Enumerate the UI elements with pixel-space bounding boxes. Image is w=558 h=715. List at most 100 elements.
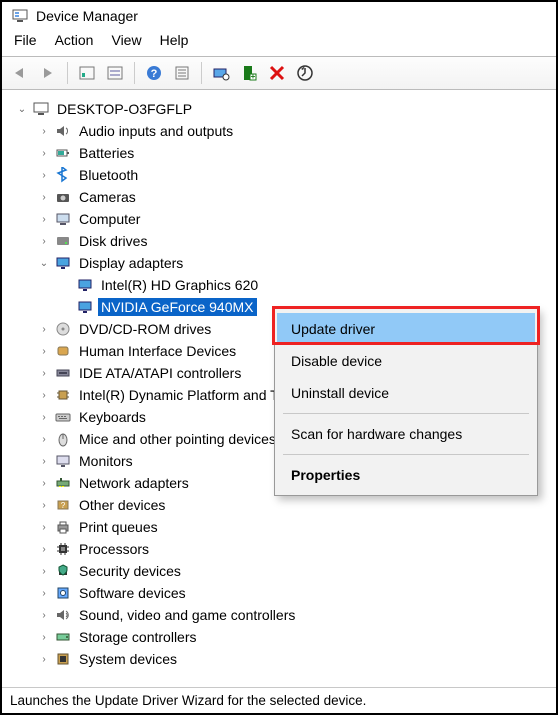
context-properties[interactable]: Properties bbox=[277, 459, 535, 491]
bluetooth-icon bbox=[54, 166, 72, 184]
chevron-right-icon[interactable]: › bbox=[38, 477, 50, 489]
tree-category-label: Human Interface Devices bbox=[76, 342, 239, 360]
tree-category-label: Audio inputs and outputs bbox=[76, 122, 236, 140]
window-title: Device Manager bbox=[36, 8, 138, 24]
menu-action[interactable]: Action bbox=[55, 32, 94, 48]
chevron-down-icon[interactable]: ⌄ bbox=[38, 257, 50, 269]
chevron-right-icon[interactable]: › bbox=[38, 653, 50, 665]
svg-text:+: + bbox=[251, 72, 256, 81]
spacer bbox=[60, 279, 72, 291]
properties-button[interactable] bbox=[170, 61, 194, 85]
add-hardware-button[interactable]: + bbox=[237, 61, 261, 85]
chevron-right-icon[interactable]: › bbox=[38, 389, 50, 401]
tree-category-label: Network adapters bbox=[76, 474, 192, 492]
chevron-right-icon[interactable]: › bbox=[38, 147, 50, 159]
tree-category[interactable]: ›Cameras bbox=[38, 186, 556, 208]
network-icon bbox=[54, 474, 72, 492]
camera-icon bbox=[54, 188, 72, 206]
chevron-right-icon[interactable]: › bbox=[38, 587, 50, 599]
chevron-right-icon[interactable]: › bbox=[38, 191, 50, 203]
tree-category-label: Sound, video and game controllers bbox=[76, 606, 298, 624]
tree-category[interactable]: ›Computer bbox=[38, 208, 556, 230]
tree-category[interactable]: ›?Other devices bbox=[38, 494, 556, 516]
context-update-driver[interactable]: Update driver bbox=[277, 313, 535, 345]
spacer bbox=[60, 301, 72, 313]
computer-icon bbox=[32, 100, 50, 118]
software-icon bbox=[54, 584, 72, 602]
chevron-right-icon[interactable]: › bbox=[38, 345, 50, 357]
menu-view[interactable]: View bbox=[111, 32, 141, 48]
chevron-right-icon[interactable]: › bbox=[38, 213, 50, 225]
context-menu-divider bbox=[283, 413, 529, 414]
menu-help[interactable]: Help bbox=[160, 32, 189, 48]
tree-category[interactable]: ›System devices bbox=[38, 648, 556, 670]
tree-category-label: Print queues bbox=[76, 518, 161, 536]
chevron-right-icon[interactable]: › bbox=[38, 609, 50, 621]
keyboard-icon bbox=[54, 408, 72, 426]
chevron-right-icon[interactable]: › bbox=[38, 367, 50, 379]
context-scan-hardware[interactable]: Scan for hardware changes bbox=[277, 418, 535, 450]
status-text: Launches the Update Driver Wizard for th… bbox=[10, 693, 366, 708]
toolbar-separator bbox=[201, 62, 202, 84]
help-button[interactable]: ? bbox=[142, 61, 166, 85]
tree-category[interactable]: ›Processors bbox=[38, 538, 556, 560]
tree-category-label: Storage controllers bbox=[76, 628, 200, 646]
ide-icon bbox=[54, 364, 72, 382]
update-driver-button[interactable] bbox=[293, 61, 317, 85]
chevron-right-icon[interactable]: › bbox=[38, 125, 50, 137]
tree-category-label: IDE ATA/ATAPI controllers bbox=[76, 364, 244, 382]
tree-category[interactable]: › Audio inputs and outputs bbox=[38, 120, 556, 142]
scan-hardware-button[interactable] bbox=[209, 61, 233, 85]
show-hidden-button[interactable] bbox=[75, 61, 99, 85]
tree-category[interactable]: › Print queues bbox=[38, 516, 556, 538]
battery-icon bbox=[54, 144, 72, 162]
tree-category-label: Mice and other pointing devices bbox=[76, 430, 279, 448]
toolbar: ? + bbox=[2, 56, 556, 90]
chevron-right-icon[interactable]: › bbox=[38, 543, 50, 555]
svg-text:?: ? bbox=[151, 68, 158, 80]
tree-category-label: Display adapters bbox=[76, 254, 186, 272]
chevron-right-icon[interactable]: › bbox=[38, 235, 50, 247]
chevron-right-icon[interactable]: › bbox=[38, 433, 50, 445]
tree-category[interactable]: ⌄ Display adapters bbox=[38, 252, 556, 274]
chevron-right-icon[interactable]: › bbox=[38, 631, 50, 643]
tree-category[interactable]: › Storage controllers bbox=[38, 626, 556, 648]
chevron-right-icon[interactable]: › bbox=[38, 521, 50, 533]
tree-category[interactable]: ›Bluetooth bbox=[38, 164, 556, 186]
remove-button[interactable] bbox=[265, 61, 289, 85]
svg-text:?: ? bbox=[61, 501, 66, 510]
tree-category-label: Batteries bbox=[76, 144, 137, 162]
view-button[interactable] bbox=[103, 61, 127, 85]
chevron-right-icon[interactable]: › bbox=[38, 323, 50, 335]
back-button[interactable] bbox=[8, 61, 32, 85]
chevron-right-icon[interactable]: › bbox=[38, 565, 50, 577]
chevron-right-icon[interactable]: › bbox=[38, 169, 50, 181]
tree-category-label: Keyboards bbox=[76, 408, 149, 426]
tree-category[interactable]: › Disk drives bbox=[38, 230, 556, 252]
forward-button[interactable] bbox=[36, 61, 60, 85]
computer-icon bbox=[54, 210, 72, 228]
speaker-icon bbox=[54, 122, 72, 140]
chevron-right-icon[interactable]: › bbox=[38, 455, 50, 467]
tree-category[interactable]: › Batteries bbox=[38, 142, 556, 164]
display-icon bbox=[76, 298, 94, 316]
tree-root-label: DESKTOP-O3FGFLP bbox=[54, 100, 195, 118]
chevron-right-icon[interactable]: › bbox=[38, 499, 50, 511]
tree-category-label: Disk drives bbox=[76, 232, 150, 250]
context-uninstall-device[interactable]: Uninstall device bbox=[277, 377, 535, 409]
chevron-right-icon[interactable]: › bbox=[38, 411, 50, 423]
display-icon bbox=[76, 276, 94, 294]
sound-icon bbox=[54, 606, 72, 624]
tree-category[interactable]: ›Security devices bbox=[38, 560, 556, 582]
context-menu-divider bbox=[283, 454, 529, 455]
context-disable-device[interactable]: Disable device bbox=[277, 345, 535, 377]
chip-icon bbox=[54, 386, 72, 404]
tree-root[interactable]: ⌄ DESKTOP-O3FGFLP bbox=[16, 98, 556, 120]
device-tree[interactable]: ⌄ DESKTOP-O3FGFLP › Audio inputs and outp… bbox=[2, 90, 556, 687]
tree-device[interactable]: Intel(R) HD Graphics 620 bbox=[60, 274, 556, 296]
menu-file[interactable]: File bbox=[14, 32, 37, 48]
chevron-down-icon[interactable]: ⌄ bbox=[16, 103, 28, 115]
tree-category[interactable]: ›Software devices bbox=[38, 582, 556, 604]
tree-category[interactable]: › Sound, video and game controllers bbox=[38, 604, 556, 626]
mouse-icon bbox=[54, 430, 72, 448]
